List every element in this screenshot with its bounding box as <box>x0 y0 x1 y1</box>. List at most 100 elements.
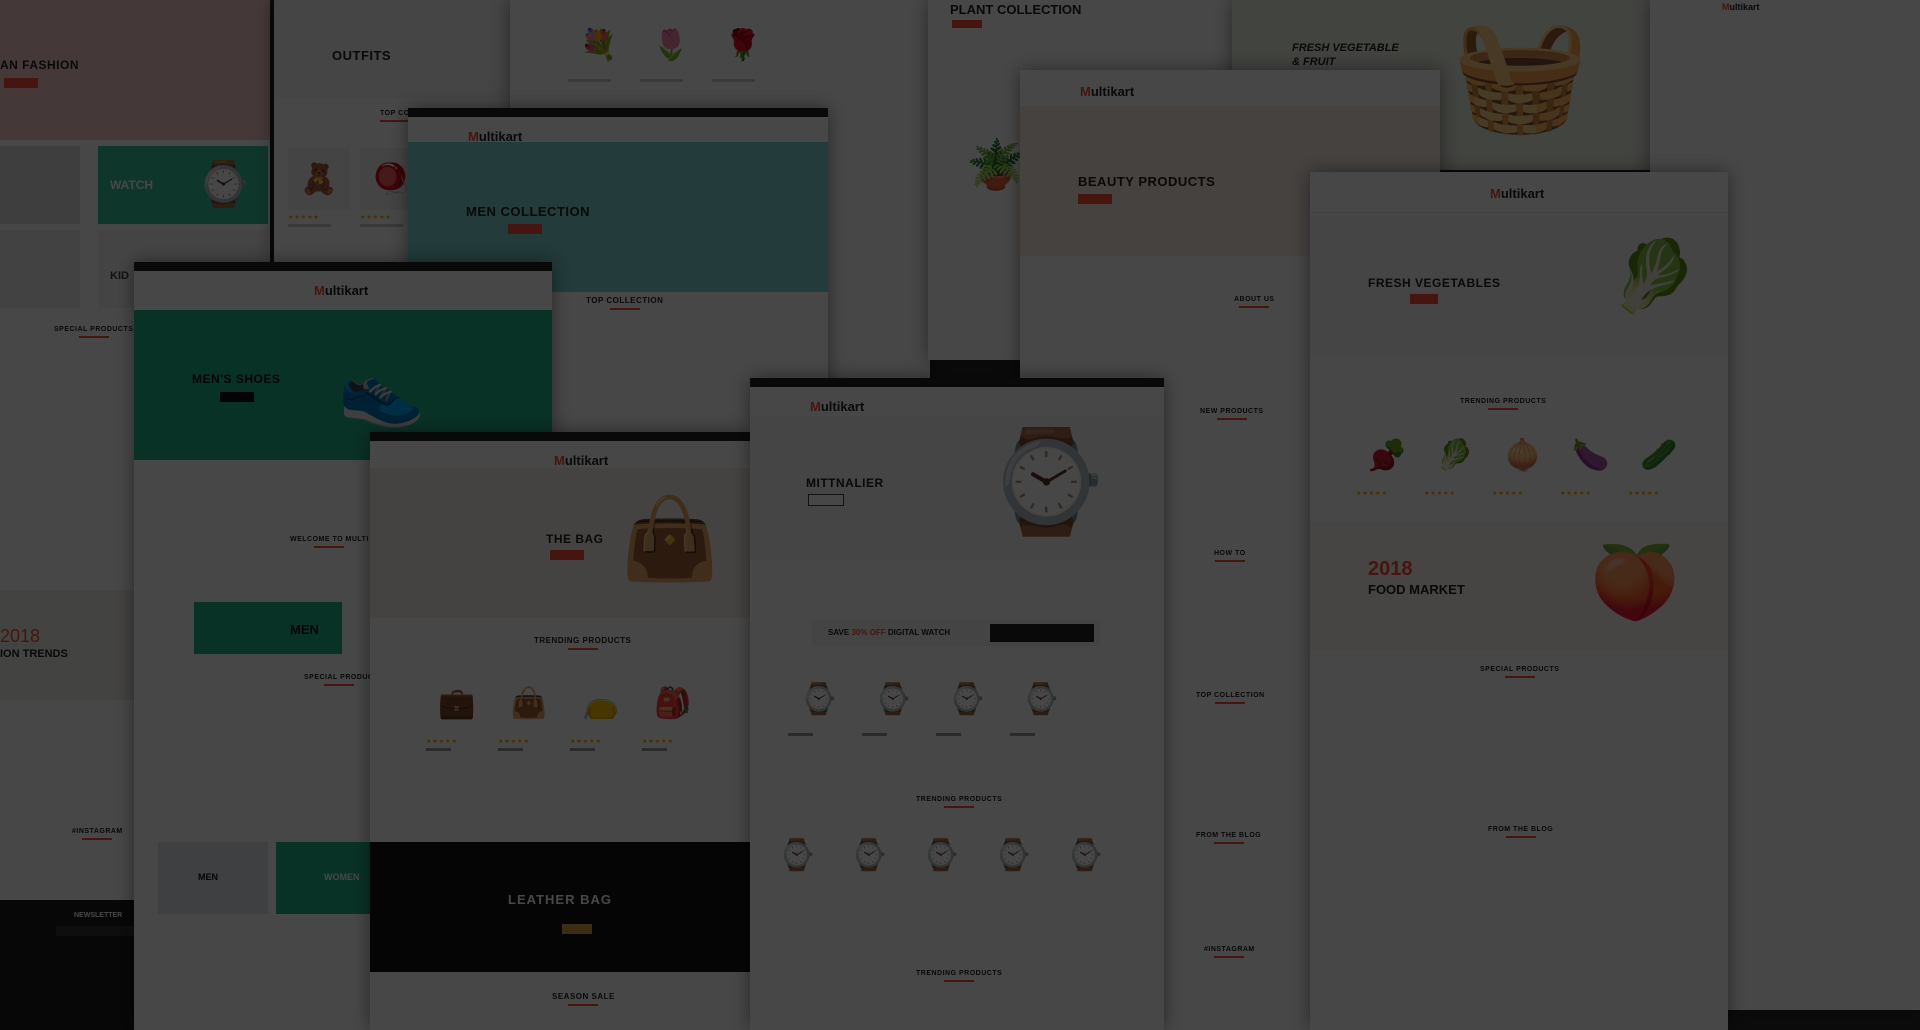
rating-stars: ★★★★★ <box>642 739 674 745</box>
hero-title: THE BAG <box>546 532 604 546</box>
hero-button[interactable] <box>220 392 254 402</box>
trends-year: 2018 <box>0 626 41 646</box>
watch-icon: ⌚ <box>922 838 960 872</box>
market-banner: 2018 FOOD MARKET 🍑 <box>1310 522 1728 650</box>
rating-stars: ★★★★★ <box>1628 491 1660 497</box>
promo-banner: LEATHER BAG <box>370 842 750 972</box>
section-title: TOP COLLECTION <box>1196 692 1265 704</box>
banner-title: LEATHER BAG <box>508 892 612 907</box>
brand-logo[interactable]: Multikart <box>1722 2 1760 12</box>
product-card[interactable]: 👝 ★★★★★ <box>570 672 632 751</box>
product-card[interactable]: 🫜 ★★★★★ <box>1356 424 1418 497</box>
product-card[interactable]: ⌚ <box>862 668 924 736</box>
screenshot-bag: Multikart THE BAG 👜 TRENDING PRODUCTS 💼 ★… <box>370 432 750 1030</box>
top-bar <box>408 108 828 117</box>
hero-title: MEN COLLECTION <box>466 204 590 219</box>
watch-icon: ⌚ <box>874 682 912 716</box>
hero-banner: AN FASHION <box>0 0 270 140</box>
product-card[interactable]: 💐 <box>568 14 630 82</box>
hero-button[interactable] <box>1078 194 1112 204</box>
product-card[interactable]: ⌚ <box>788 668 850 736</box>
hero-button[interactable] <box>1410 294 1438 304</box>
category-tile[interactable] <box>0 230 80 308</box>
product-card[interactable]: 🍆 ★★★★★ <box>1560 424 1622 497</box>
toy-icon: 🪀 <box>372 162 410 196</box>
tile-label: MEN <box>290 622 319 637</box>
watch-icon: ⌚ <box>1022 682 1060 716</box>
product-card[interactable]: 🥒 ★★★★★ <box>1628 424 1690 497</box>
product-card[interactable]: 💼 ★★★★★ <box>426 672 488 751</box>
cabbage-icon: 🥬 <box>1436 438 1474 472</box>
toy-icon: 🧸 <box>300 162 338 196</box>
watch-icon: ⌚ <box>1066 838 1104 872</box>
hero-banner: FRESH VEGETABLES 🥬 <box>1310 216 1728 356</box>
flower-icon: 🌹 <box>724 28 762 62</box>
product-card[interactable]: 🎒 ★★★★★ <box>642 672 704 751</box>
hero-button[interactable] <box>4 78 38 88</box>
beet-icon: 🫜 <box>1368 438 1406 472</box>
section-title: ABOUT US <box>1234 296 1275 308</box>
rating-stars: ★★★★★ <box>1424 491 1456 497</box>
hero-button[interactable] <box>952 20 982 28</box>
product-card[interactable]: 🌹 <box>712 14 774 82</box>
watch-icon: ⌚ <box>800 682 838 716</box>
hero-title: PLANT COLLECTION <box>950 2 1082 17</box>
handbag-icon: 👜 <box>620 494 720 583</box>
hero-title: MITTNALIER <box>806 476 884 490</box>
brand-logo[interactable]: Multikart <box>554 453 608 468</box>
flower-icon: 💐 <box>580 28 618 62</box>
hero-title: FRESH VEGETABLES <box>1368 276 1501 290</box>
product-card[interactable]: ⌚ <box>1010 668 1072 736</box>
rating-stars: ★★★★★ <box>1356 491 1388 497</box>
category-tile-watch[interactable]: WATCH ⌚ <box>98 146 268 224</box>
product-grid: 💐 🌷 🌹 <box>568 14 774 82</box>
trends-title: ION TRENDS <box>0 648 68 660</box>
hero-banner: THE BAG 👜 <box>370 468 750 618</box>
newsletter-title: NEWSLETTER <box>74 912 123 919</box>
product-card[interactable]: ⌚ <box>982 824 1044 886</box>
product-card[interactable]: ⌚ <box>1054 824 1116 886</box>
bag-icon: 👜 <box>510 686 548 720</box>
hero-title: BEAUTY PRODUCTS <box>1078 174 1216 189</box>
product-card[interactable]: 🧅 ★★★★★ <box>1492 424 1554 497</box>
section-title: #INSTAGRAM <box>72 828 123 840</box>
tile-label: WATCH <box>110 178 154 192</box>
product-card[interactable]: 🌷 <box>640 14 702 82</box>
category-tile-men[interactable]: MEN <box>194 602 342 654</box>
brand-logo[interactable]: Multikart <box>1490 186 1544 201</box>
screenshot-grocery: Multikart FRESH VEGETABLES 🥬 TRENDING PR… <box>1310 172 1728 1030</box>
product-card[interactable]: ⌚ <box>838 824 900 886</box>
brand-logo[interactable]: Multikart <box>810 399 864 414</box>
hero-button[interactable] <box>508 224 542 234</box>
hero-button[interactable] <box>550 550 584 560</box>
product-card[interactable]: 👜 ★★★★★ <box>498 672 560 751</box>
section-title: TRENDING PRODUCTS <box>916 970 1002 982</box>
section-title: WELCOME TO MULTI <box>290 536 369 548</box>
section-title: NEW PRODUCTS <box>1200 408 1264 420</box>
rating-stars: ★★★★★ <box>288 215 320 221</box>
flower-icon: 🌷 <box>652 28 690 62</box>
product-card[interactable]: ⌚ <box>766 824 828 886</box>
product-grid: ⌚ ⌚ ⌚ ⌚ <box>788 668 1072 736</box>
market-title: FOOD MARKET <box>1368 582 1465 597</box>
watch-icon: ⌚ <box>778 838 816 872</box>
section-title: #INSTAGRAM <box>1204 946 1255 958</box>
cucumber-icon: 🥒 <box>1640 438 1678 472</box>
hero-button[interactable] <box>808 494 844 506</box>
banner-button[interactable] <box>562 924 592 934</box>
section-title: SPECIAL PRODUC <box>304 674 374 686</box>
product-card[interactable]: 🧸 ★★★★★ <box>288 148 350 227</box>
newsletter-input[interactable] <box>56 926 136 936</box>
product-grid: ⌚ ⌚ ⌚ ⌚ ⌚ <box>766 824 1116 886</box>
product-card[interactable]: ⌚ <box>910 824 972 886</box>
section-title: SPECIAL PRODUCTS <box>54 326 133 338</box>
category-tile[interactable] <box>0 146 80 224</box>
countdown <box>990 624 1094 642</box>
section-title: TRENDING PRODUCTS <box>1460 398 1546 410</box>
brand-logo[interactable]: Multikart <box>1080 84 1134 99</box>
brand-logo[interactable]: Multikart <box>314 283 368 298</box>
product-card[interactable]: ⌚ <box>936 668 998 736</box>
top-bar <box>134 262 552 271</box>
product-card[interactable]: 🥬 ★★★★★ <box>1424 424 1486 497</box>
category-tile-men[interactable]: MEN <box>158 842 268 914</box>
